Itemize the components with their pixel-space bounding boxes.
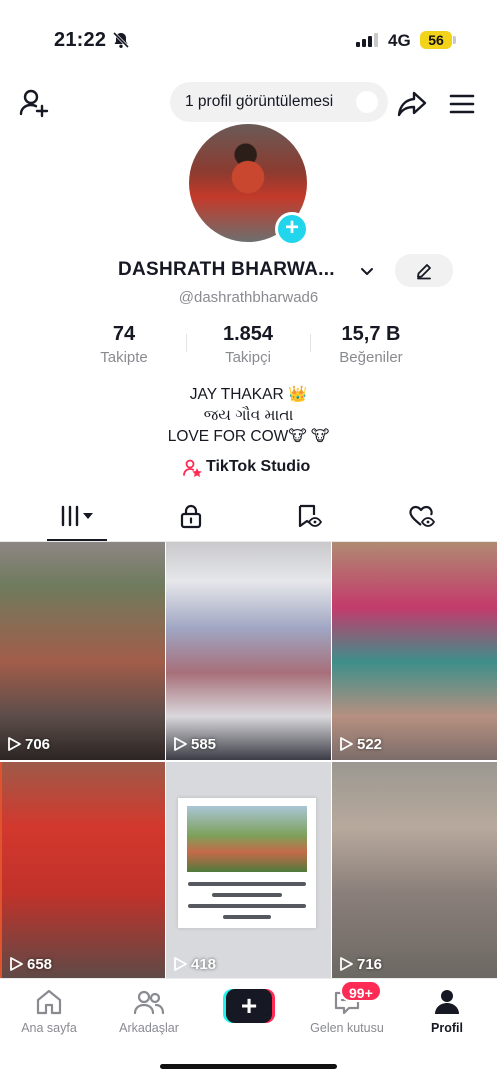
home-indicator <box>160 1064 337 1069</box>
video-views: 522 <box>340 736 382 753</box>
add-story-plus-icon[interactable]: + <box>275 212 309 246</box>
status-bar: 21:22 4G 56 <box>0 0 497 80</box>
signal-icon <box>356 33 378 47</box>
play-icon <box>174 957 187 971</box>
play-icon <box>8 737 21 751</box>
nav-profile-label: Profil <box>431 1021 463 1035</box>
status-time: 21:22 <box>54 29 107 51</box>
video-thumbnail[interactable]: 706 <box>0 542 165 760</box>
profile-views-pill[interactable]: 1 profil görüntülemesi <box>170 82 388 122</box>
play-icon <box>340 957 353 971</box>
thumbnail-photo <box>187 806 307 872</box>
stat-following[interactable]: 74 Takipte <box>69 323 179 366</box>
nav-home-label: Ana sayfa <box>21 1021 77 1035</box>
display-name[interactable]: DASHRATH BHARWA... <box>118 259 335 281</box>
video-thumbnail[interactable]: 585 <box>166 542 331 760</box>
video-views: 418 <box>174 956 216 973</box>
network-type: 4G <box>388 31 411 50</box>
nav-inbox-label: Gelen kutusu <box>310 1021 384 1035</box>
profile-views-toggle[interactable] <box>356 91 378 113</box>
tab-favorites[interactable] <box>246 497 370 541</box>
video-view-count: 522 <box>357 736 383 753</box>
stat-following-label: Takipte <box>100 349 148 366</box>
nav-friends-label: Arkadaşlar <box>119 1021 179 1035</box>
video-view-count: 418 <box>191 956 217 973</box>
profile-views-label: 1 profil görüntülemesi <box>185 93 334 110</box>
play-icon <box>174 737 187 751</box>
video-views: 716 <box>340 956 382 973</box>
edit-profile-button[interactable] <box>395 254 453 287</box>
thumbnail-card <box>178 798 316 928</box>
stat-following-value: 74 <box>112 323 136 345</box>
nav-profile[interactable]: Profil <box>399 987 495 1035</box>
nav-home[interactable]: Ana sayfa <box>1 987 97 1035</box>
create-video-button[interactable]: + <box>223 989 275 1023</box>
video-grid: 706 585 522 658 418 716 <box>0 542 497 980</box>
home-icon <box>36 989 62 1015</box>
video-views: 585 <box>174 736 216 753</box>
studio-person-star-icon <box>183 459 202 477</box>
play-icon <box>10 957 23 971</box>
bio-line: JAY THAKAR 👑 <box>189 386 308 403</box>
videos-grid-icon <box>61 505 93 527</box>
play-icon <box>340 737 353 751</box>
nav-friends[interactable]: Arkadaşlar <box>101 987 197 1035</box>
chevron-down-icon[interactable] <box>359 263 375 279</box>
pencil-icon <box>417 264 431 280</box>
friends-icon <box>133 990 165 1015</box>
heart-eye-icon <box>409 505 435 527</box>
video-view-count: 658 <box>27 956 53 973</box>
bio-line: જય ગૌવ માતા <box>203 407 294 424</box>
video-thumbnail[interactable]: 522 <box>332 542 497 760</box>
bookmark-eye-icon <box>298 504 322 528</box>
bio: JAY THAKAR 👑 જય ગૌવ માતા LOVE FOR COW🐮 🐮 <box>0 384 497 447</box>
tab-private[interactable] <box>129 497 253 541</box>
stat-likes-label: Beğeniler <box>339 349 403 366</box>
video-view-count: 585 <box>191 736 217 753</box>
video-thumbnail[interactable]: 418 <box>166 762 331 980</box>
video-views: 706 <box>8 736 50 753</box>
video-view-count: 716 <box>357 956 383 973</box>
stat-divider <box>310 334 311 352</box>
stat-followers-value: 1.854 <box>222 323 274 345</box>
video-thumbnail[interactable]: 658 <box>0 762 165 980</box>
menu-icon[interactable] <box>448 90 476 118</box>
bell-off-icon <box>112 31 130 49</box>
thumbnail-caption <box>188 882 306 926</box>
plus-icon: + <box>226 989 272 1023</box>
tiktok-studio-label: TikTok Studio <box>206 458 311 475</box>
inbox-badge: 99+ <box>340 980 382 1002</box>
share-icon[interactable] <box>396 87 428 119</box>
battery-cap <box>453 36 456 44</box>
content-tabs <box>0 497 497 541</box>
lock-icon <box>180 504 202 529</box>
video-view-count: 706 <box>25 736 51 753</box>
add-friend-icon[interactable] <box>18 87 50 119</box>
battery-indicator: 56 <box>420 31 452 49</box>
stat-likes[interactable]: 15,7 B Beğeniler <box>316 323 426 366</box>
username: @dashrathbharwad6 <box>178 289 319 306</box>
stat-likes-value: 15,7 B <box>341 323 401 345</box>
stat-followers[interactable]: 1.854 Takipçi <box>193 323 303 366</box>
profile-icon <box>435 990 459 1014</box>
video-thumbnail[interactable]: 716 <box>332 762 497 980</box>
stat-divider <box>186 334 187 352</box>
video-views: 658 <box>10 956 52 973</box>
tab-videos[interactable] <box>15 497 139 541</box>
stat-followers-label: Takipçi <box>225 349 271 366</box>
tab-liked[interactable] <box>359 497 483 541</box>
bio-line: LOVE FOR COW🐮 🐮 <box>167 428 330 445</box>
